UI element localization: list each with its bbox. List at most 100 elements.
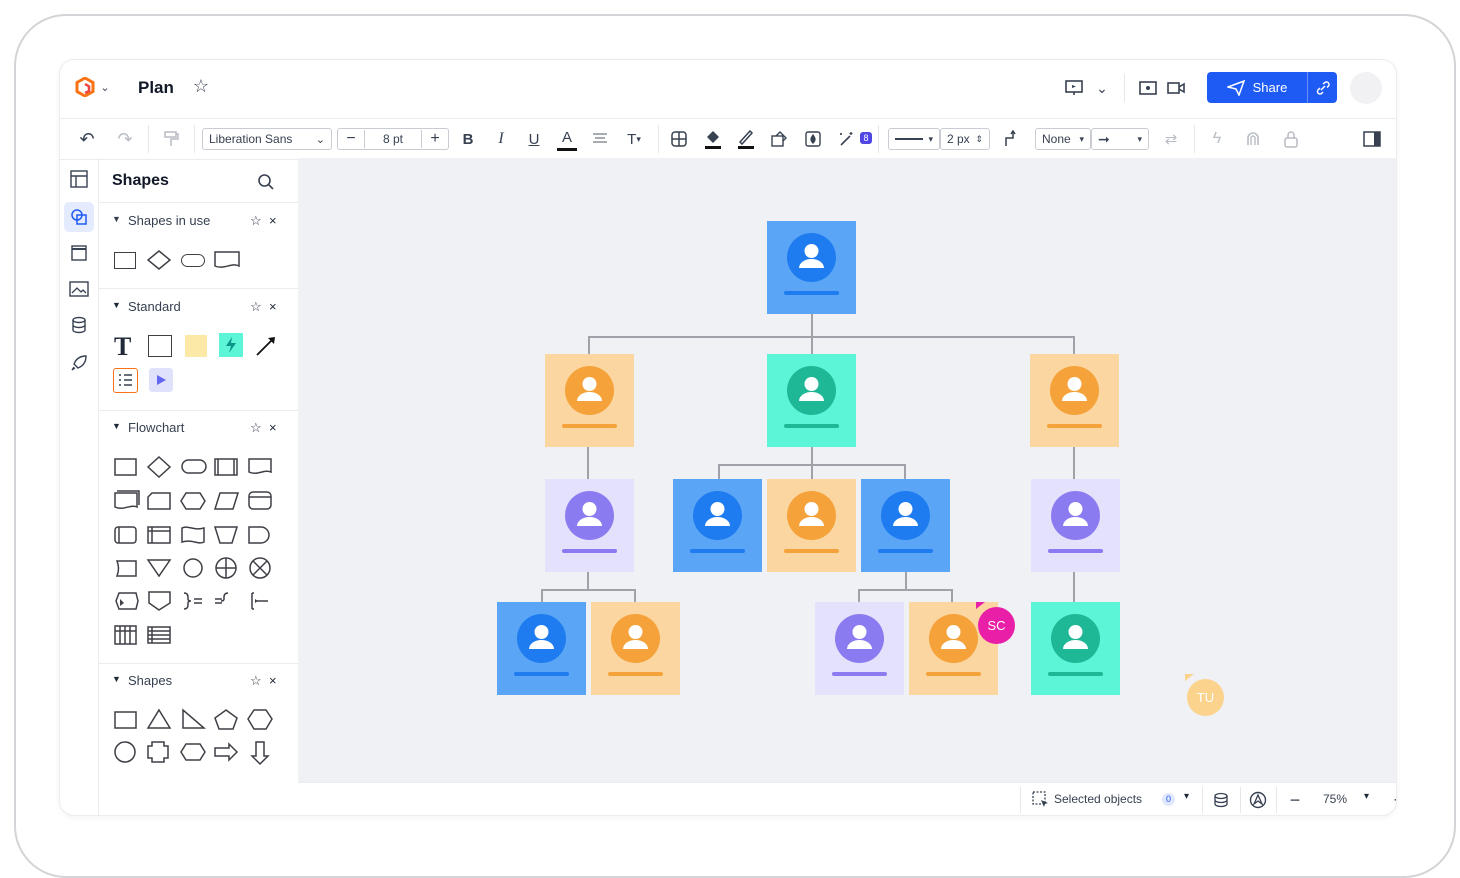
diamond-shape[interactable] (147, 250, 171, 270)
person-card-l3-e[interactable] (1031, 602, 1120, 695)
connector[interactable] (904, 464, 906, 479)
connector[interactable] (811, 314, 813, 354)
underline-button[interactable]: U (524, 128, 544, 150)
collapse-arrow-icon[interactable]: ▼ (112, 674, 121, 684)
bold-button[interactable]: B (458, 128, 478, 150)
video-shape[interactable] (149, 368, 173, 392)
lock-icon[interactable] (1280, 128, 1302, 150)
rocket-icon[interactable] (68, 352, 90, 374)
increase-font-icon[interactable]: + (421, 130, 448, 148)
person-card-l1-mid[interactable] (767, 354, 856, 447)
connector[interactable] (811, 447, 813, 465)
selection-icon[interactable] (1030, 789, 1052, 811)
connector[interactable] (634, 589, 636, 602)
connector[interactable] (1073, 447, 1075, 479)
connector[interactable] (858, 589, 952, 591)
text-options-button[interactable]: T ▾ (622, 128, 646, 150)
person-card-l2-b[interactable] (673, 479, 762, 572)
chevron-down-icon[interactable]: ⌄ (98, 78, 112, 96)
zoom-in-icon[interactable]: + (1388, 789, 1396, 811)
person-card-l2-c[interactable] (767, 479, 856, 572)
line-width-select[interactable]: 2 px ⇕ (940, 128, 990, 150)
person-card-l3-a[interactable] (497, 602, 586, 695)
person-card-l2-e[interactable] (1031, 479, 1120, 572)
screen-record-icon[interactable] (1136, 76, 1160, 100)
line-color-icon[interactable] (735, 126, 757, 152)
person-card-l2-d[interactable] (861, 479, 950, 572)
collapse-arrow-icon[interactable]: ▼ (112, 300, 121, 310)
border-icon[interactable] (668, 128, 690, 150)
magic-wand-icon[interactable] (836, 128, 858, 150)
present-icon[interactable] (1062, 76, 1086, 100)
zoom-out-icon[interactable]: − (1284, 789, 1306, 811)
format-painter-icon[interactable] (160, 128, 182, 150)
undo-icon[interactable]: ↶ (76, 128, 98, 150)
share-button[interactable]: Share (1207, 72, 1307, 103)
connector[interactable] (718, 464, 720, 479)
star-icon[interactable]: ☆ (250, 213, 262, 229)
fill-color-icon[interactable] (702, 126, 724, 152)
font-size-stepper[interactable]: − 8 pt + (337, 128, 449, 150)
opacity-icon[interactable] (802, 128, 824, 150)
image-icon[interactable] (68, 278, 90, 300)
star-icon[interactable]: ☆ (250, 420, 262, 436)
person-card-l3-b[interactable] (591, 602, 680, 695)
document-title[interactable]: Plan (138, 78, 174, 98)
collapse-arrow-icon[interactable]: ▼ (112, 421, 121, 431)
section-shapes[interactable]: Shapes (128, 673, 172, 688)
flowchart-shapes-grid[interactable] (112, 456, 282, 646)
person-card-l2-a[interactable] (545, 479, 634, 572)
navigate-icon[interactable] (1247, 789, 1269, 811)
person-card-l3-c[interactable] (815, 602, 904, 695)
terminator-shape[interactable] (181, 254, 205, 267)
text-color-button[interactable]: A (557, 127, 577, 151)
connector[interactable] (587, 572, 589, 590)
connector[interactable] (951, 589, 953, 602)
close-icon[interactable]: × (269, 673, 277, 688)
document-shape[interactable] (214, 250, 240, 270)
connector[interactable] (811, 464, 813, 479)
panel-toggle-icon[interactable] (1360, 128, 1384, 150)
connector-type-icon[interactable] (1000, 128, 1022, 150)
section-standard[interactable]: Standard (128, 299, 181, 314)
lightning-icon[interactable]: ϟ (1206, 128, 1228, 150)
chevron-down-icon[interactable]: ⌄ (1092, 76, 1112, 100)
magnet-icon[interactable] (1242, 128, 1264, 150)
sticky-note-shape[interactable] (185, 335, 207, 357)
close-icon[interactable]: × (269, 420, 277, 435)
person-card-l1-left[interactable] (545, 354, 634, 447)
align-icon[interactable] (590, 128, 610, 150)
video-icon[interactable] (1164, 76, 1188, 100)
layers-icon[interactable] (1210, 789, 1232, 811)
connector[interactable] (1073, 336, 1075, 354)
style-icon[interactable] (768, 128, 790, 150)
arrow-end-select[interactable]: ➞ ▾ (1091, 128, 1149, 150)
swap-arrows-icon[interactable]: ⇄ (1160, 128, 1182, 150)
section-flowchart[interactable]: Flowchart (128, 420, 184, 435)
list-shape[interactable] (113, 368, 138, 393)
zoom-level[interactable]: 75% (1323, 792, 1347, 806)
basic-shapes-grid[interactable] (112, 708, 282, 768)
close-icon[interactable]: × (269, 299, 277, 314)
italic-button[interactable]: I (491, 128, 511, 150)
connector[interactable] (858, 589, 860, 602)
block-shape[interactable] (148, 335, 172, 357)
database-icon[interactable] (68, 314, 90, 336)
diagram-canvas[interactable]: SC TU EM (298, 158, 1396, 815)
user-avatar[interactable] (1350, 72, 1382, 104)
connector[interactable] (587, 447, 589, 479)
connector[interactable] (588, 336, 1074, 338)
star-icon[interactable]: ☆ (190, 75, 212, 97)
person-card-root[interactable] (767, 221, 856, 314)
copy-link-button[interactable] (1307, 72, 1337, 103)
section-shapes-in-use[interactable]: Shapes in use (128, 213, 210, 228)
connector[interactable] (905, 572, 907, 590)
search-icon[interactable] (254, 170, 278, 194)
app-logo-icon[interactable] (74, 76, 96, 98)
connector[interactable] (541, 589, 635, 591)
containers-icon[interactable] (68, 242, 90, 264)
text-tool[interactable]: T (114, 332, 131, 362)
font-size-value[interactable]: 8 pt (365, 132, 421, 146)
star-icon[interactable]: ☆ (250, 673, 262, 689)
collapse-arrow-icon[interactable]: ▼ (112, 214, 121, 224)
